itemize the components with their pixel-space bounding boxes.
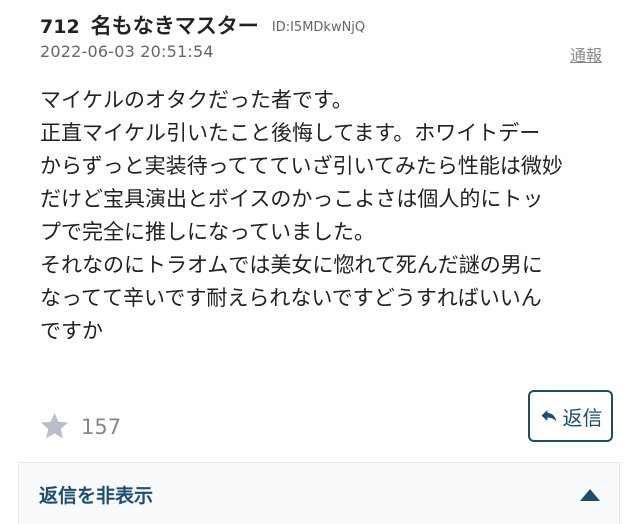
caret-up-icon bbox=[580, 489, 600, 501]
reply-arrow-icon bbox=[541, 410, 556, 422]
star-icon bbox=[41, 413, 68, 439]
reply-button[interactable]: 返信 bbox=[528, 390, 613, 442]
comment-post: 712 名もなきマスター ID:I5MDkwNjQ 2022-06-03 20:… bbox=[0, 0, 640, 524]
reply-button-label: 返信 bbox=[562, 405, 603, 430]
hide-replies-toggle[interactable]: 返信を非表示 bbox=[18, 462, 620, 524]
post-header: 712 名もなきマスター ID:I5MDkwNjQ bbox=[40, 10, 365, 40]
post-body-line: マイケルのオタクだった者です。 bbox=[40, 88, 353, 112]
poster-name: 名もなきマスター bbox=[90, 14, 259, 38]
report-link[interactable]: 通報 bbox=[570, 42, 602, 66]
post-body-line: からずっと実装待っててていざ引いてみたら性能は微妙 bbox=[40, 154, 563, 178]
hide-replies-label: 返信を非表示 bbox=[39, 485, 154, 507]
post-body-line: なってて辛いです耐えられないですどうすればいいん bbox=[40, 286, 542, 310]
post-body-line: プで完全に推しになっていました。 bbox=[40, 220, 375, 244]
post-timestamp: 2022-06-03 20:51:54 bbox=[40, 42, 214, 61]
post-body-line: それなのにトラオムでは美女に惚れて死んだ謎の男に bbox=[40, 253, 543, 277]
post-body-line: ですか bbox=[40, 319, 103, 343]
like-button[interactable]: 157 bbox=[38, 410, 121, 443]
post-number: 712 bbox=[40, 16, 80, 38]
poster-id: ID:I5MDkwNjQ bbox=[271, 20, 366, 35]
like-count: 157 bbox=[81, 414, 122, 439]
post-body: マイケルのオタクだった者です。 正直マイケル引いたこと後悔してます。ホワイトデー… bbox=[40, 84, 615, 348]
post-body-line: だけど宝具演出とボイスのかっこよさは個人的にトッ bbox=[40, 187, 544, 211]
post-body-line: 正直マイケル引いたこと後悔してます。ホワイトデー bbox=[40, 121, 541, 145]
